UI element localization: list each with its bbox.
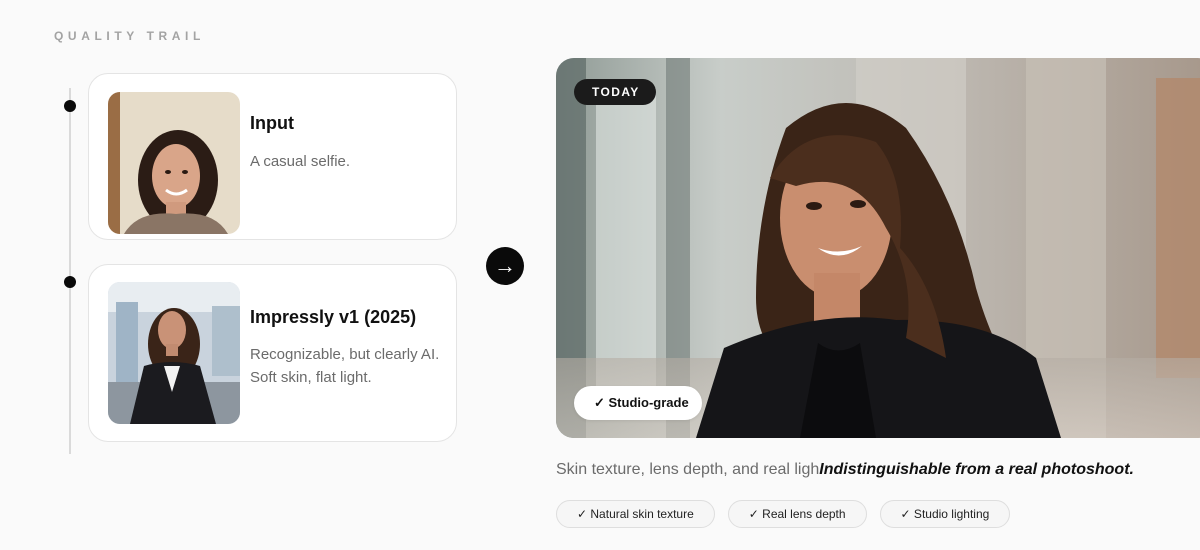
- timeline-dot: [64, 100, 76, 112]
- studio-grade-badge: ✓ Studio-grade: [574, 386, 702, 420]
- chip-studio-lighting: ✓ Studio lighting: [879, 500, 1011, 528]
- feature-chips: ✓ Natural skin texture ✓ Real lens depth…: [556, 500, 1011, 528]
- timeline-dot: [64, 276, 76, 288]
- section-label: QUALITY TRAIL: [54, 29, 205, 43]
- card-description-line: Soft skin, flat light.: [250, 369, 372, 387]
- arrow-right-icon[interactable]: →: [486, 247, 524, 285]
- card-description-line: Recognizable, but clearly AI.: [250, 346, 440, 363]
- chip-natural-skin-texture: ✓ Natural skin texture: [556, 500, 715, 528]
- hero-caption: Skin texture, lens depth, and real lighI…: [556, 461, 1196, 479]
- card-description: A casual selfie.: [250, 150, 450, 173]
- timeline-card-input: Input A casual selfie.: [88, 73, 457, 240]
- card-title: Impressly v1 (2025): [250, 307, 417, 327]
- caption-emphasis: Indistinguishable from a real photoshoot…: [819, 461, 1134, 478]
- card-description: Recognizable, but clearly AI. Soft skin,…: [250, 343, 450, 390]
- caption-plain: Skin texture, lens depth, and real ligh: [556, 461, 820, 478]
- chip-real-lens-depth: ✓ Real lens depth: [727, 500, 867, 528]
- card-title: Input: [250, 113, 294, 133]
- ai-headshot-thumbnail: [108, 282, 240, 424]
- timeline-line: [69, 88, 71, 454]
- card-description-line: A casual selfie.: [250, 153, 351, 170]
- selfie-thumbnail: [108, 92, 240, 234]
- today-badge: TODAY: [574, 79, 656, 105]
- hero-photo: [556, 58, 1200, 438]
- timeline-card-impressly-v1: Impressly v1 (2025) Recognizable, but cl…: [88, 264, 457, 442]
